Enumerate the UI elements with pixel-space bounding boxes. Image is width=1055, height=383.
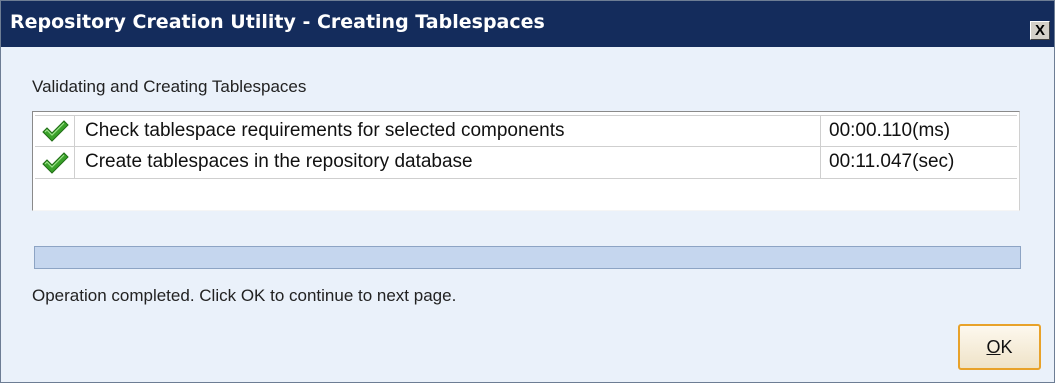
close-button[interactable]: X <box>1030 21 1050 40</box>
status-cell <box>35 116 75 146</box>
green-checkmark-icon <box>41 120 69 142</box>
status-message: Operation completed. Click OK to continu… <box>32 286 457 305</box>
title-bar: Repository Creation Utility - Creating T… <box>1 1 1054 47</box>
ok-button-label: OK <box>986 336 1013 357</box>
window-title: Repository Creation Utility - Creating T… <box>10 11 545 33</box>
task-row: Create tablespaces in the repository dat… <box>35 147 1017 179</box>
task-name: Check tablespace requirements for select… <box>75 116 821 146</box>
task-duration: 00:11.047(sec) <box>829 151 955 172</box>
progress-fill <box>35 247 1020 268</box>
ok-button[interactable]: OK <box>958 324 1041 370</box>
task-name: Create tablespaces in the repository dat… <box>75 147 821 178</box>
progress-bar <box>34 246 1021 269</box>
green-checkmark-icon <box>41 151 69 174</box>
task-duration: 00:00.110(ms) <box>829 120 951 141</box>
task-list: Check tablespace requirements for select… <box>32 111 1020 211</box>
rcu-dialog: Repository Creation Utility - Creating T… <box>0 0 1055 383</box>
section-label: Validating and Creating Tablespaces <box>32 77 307 96</box>
close-icon: X <box>1034 22 1045 39</box>
status-cell <box>35 147 75 178</box>
task-row: Check tablespace requirements for select… <box>35 115 1017 147</box>
